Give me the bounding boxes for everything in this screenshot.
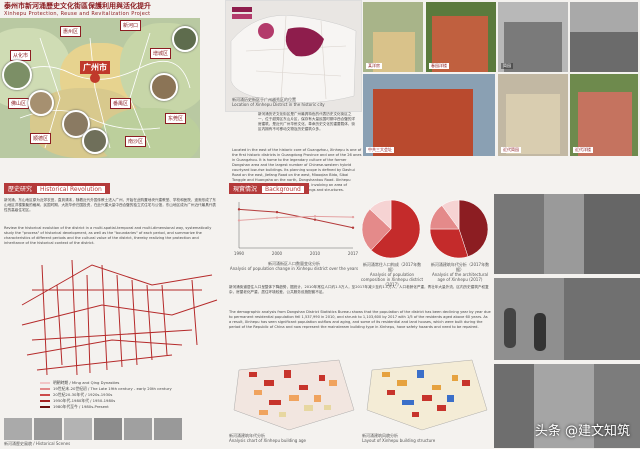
tick-label: 2010 — [310, 251, 321, 256]
watermark: 头条 @建文知筑 — [534, 424, 630, 439]
data-point — [313, 218, 317, 221]
district-label: 佛山区 — [8, 98, 30, 109]
data-point — [237, 219, 241, 222]
history-thumb — [124, 418, 152, 440]
thumb-photo — [2, 60, 32, 90]
map2-caption-en: Layout of Xinhepu building structure — [362, 438, 436, 443]
district-label: 顺德区 — [30, 133, 52, 144]
tab-cn: 歷史研究 — [8, 186, 33, 193]
photo-label: 中共三大会址 — [366, 147, 394, 153]
legend-swatch — [40, 388, 50, 390]
history-para-cn: 新河涌，东山地区原为近郊农田，直到清末，随着近代外国传教士进入广州，开始在此购置… — [4, 198, 217, 212]
map1-caption-en: Analysis chart of Xinhepu building age — [229, 438, 307, 443]
history-thumb-caption: 新河涌歷史風貌 / Historical Scenes — [4, 441, 71, 446]
background-para-en: The demographic analysis from Dongshan D… — [229, 310, 491, 329]
location-map — [225, 0, 362, 112]
district-label: 番禺区 — [110, 98, 132, 109]
bw-street-photo — [494, 278, 640, 360]
building-photo: 简园 — [498, 2, 568, 72]
data-point — [275, 216, 279, 219]
photo-label: 春园洋楼 — [429, 63, 449, 69]
series-line — [238, 215, 354, 221]
district-label: 惠州区 — [60, 26, 82, 37]
map1-caption: 新河涌建筑年代分析 Analysis chart of Xinhepu buil… — [229, 433, 357, 443]
data-point — [313, 215, 317, 218]
tab-en: Background — [261, 185, 305, 194]
history-legend: 明朝時期 / Ming and Qing Dynasties 19世紀末-20世… — [40, 380, 220, 410]
city-label: 广州市 — [80, 61, 110, 74]
data-point — [275, 210, 279, 214]
history-thumb — [94, 418, 122, 440]
pie2-caption: 新河涌建筑年代分析（2017年数据） Analysis of the archi… — [428, 262, 492, 282]
thumb-photo — [82, 128, 108, 154]
pie-chart-building-age — [429, 199, 489, 259]
building-photo: 某洋房 — [363, 2, 423, 72]
data-point — [237, 208, 241, 211]
photo-label: 某洋房 — [366, 63, 382, 69]
legend-swatch — [40, 382, 50, 384]
location-caption-en: Location of Xinhepu District in the hist… — [232, 102, 325, 107]
section-tab-history: 歷史研究 Historical Revolution — [4, 183, 110, 194]
historic-street-map — [21, 259, 218, 376]
legend-swatch — [40, 394, 50, 396]
pie-chart-population — [361, 199, 421, 259]
line-chart-caption: 新河涌街区人口数量变化分析 Analysis of population cha… — [229, 261, 359, 271]
regional-map: 广州市 从化市 增城区 番禺区 南沙区 佛山区 东莞区 惠州区 顺德区 新河口 — [0, 18, 200, 158]
location-map-svg — [230, 7, 357, 103]
tab-en: Historical Revolution — [36, 185, 106, 194]
building-photo — [570, 2, 638, 72]
history-thumb — [34, 418, 62, 440]
building-photo: 春园洋楼 — [426, 2, 496, 72]
district-label: 东莞区 — [165, 113, 187, 124]
thumb-photo — [172, 26, 198, 52]
district-label: 增城区 — [150, 48, 172, 59]
chart-axis — [238, 202, 353, 249]
map2-caption: 新河涌建筑风貌分析 Layout of Xinhepu building str… — [362, 433, 490, 443]
legend-swatch — [40, 406, 50, 408]
section-tab-background: 現實情況 Background — [229, 183, 309, 194]
photo-label: 近代洋楼 — [573, 147, 593, 153]
series-line — [238, 208, 354, 229]
data-point — [351, 226, 355, 229]
location-caption: 新河涌历史街区于广州越秀区的位置 Location of Xinhepu Dis… — [232, 97, 357, 107]
building-age-map — [233, 359, 355, 431]
building-photo: 中共三大会址 — [363, 74, 495, 156]
title-cn: 泰州市新河涌歷史文化街區保護利用與活化提升 — [4, 2, 151, 10]
line-caption-en: Analysis of population change in Xinhepu… — [229, 266, 359, 271]
history-thumb — [154, 418, 182, 440]
legend-item: 1980年代至今 / 1980s-Present — [40, 404, 220, 410]
tick-label: 2017 — [348, 251, 359, 256]
title-en: Xinhepu Protection, Reuse and Revitaliza… — [4, 11, 151, 17]
photo-label: 简园 — [501, 63, 513, 69]
page-title: 泰州市新河涌歷史文化街區保護利用與活化提升 Xinhepu Protection… — [4, 2, 244, 18]
population-line-chart: 1990 2000 2010 2017 — [234, 202, 359, 256]
bw-street-photo — [494, 194, 640, 274]
legend-swatch — [40, 400, 50, 402]
history-para-en: Review the historical evolution of the d… — [4, 226, 212, 245]
thumb-photo — [28, 90, 54, 116]
data-point — [351, 215, 355, 219]
history-thumb — [64, 418, 92, 440]
tick-label: 2000 — [272, 251, 283, 256]
building-structure-map — [366, 359, 488, 431]
district-label: 南沙区 — [125, 136, 147, 147]
pie1-caption: 新河涌常住人口构成（2017年数据） Analysis of populatio… — [360, 262, 424, 287]
building-photo: 近代简园 — [498, 74, 568, 156]
building-photo: 近代洋楼 — [570, 74, 638, 156]
tab-cn: 現實情況 — [233, 186, 258, 193]
tick-label: 1990 — [234, 251, 245, 256]
legend-label: 1980年代至今 / 1980s-Present — [53, 404, 109, 409]
location-para-cn: 新河涌历史文化街区是广州最具特色的代表历史文化街区之一，位于越秀区东山片区，保存… — [258, 112, 356, 131]
thumb-photo — [150, 73, 178, 101]
pie1-caption-cn: 新河涌常住人口构成（2017年数据） — [362, 262, 422, 272]
photo-label: 近代简园 — [501, 147, 521, 153]
pie2-caption-en: Analysis of the architectural age of Xin… — [431, 272, 489, 282]
gate-label: 新河口 — [120, 20, 142, 31]
pie2-caption-cn: 新河涌建筑年代分析（2017年数据） — [430, 262, 490, 272]
background-para-cn: 新河涌街道居住人口呈整体下降趋势，据统计，2010年常住人口约1.5万人，至20… — [229, 285, 489, 294]
history-thumb — [4, 418, 32, 440]
